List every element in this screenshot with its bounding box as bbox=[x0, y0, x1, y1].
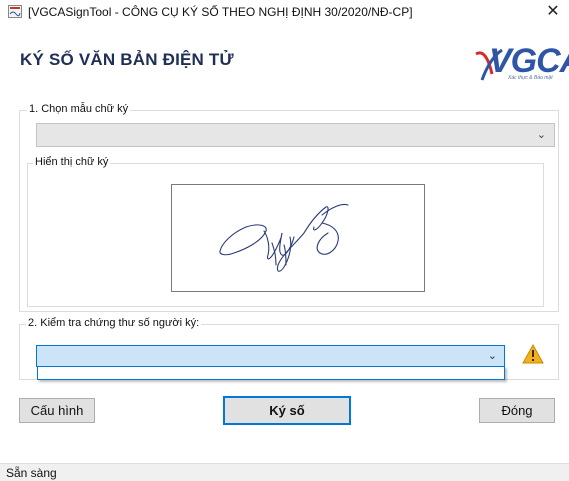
window-title: [VGCASignTool - CÔNG CỤ KÝ SỐ THEO NGHỊ … bbox=[28, 5, 413, 19]
title-bar: [VGCASignTool - CÔNG CỤ KÝ SỐ THEO NGHỊ … bbox=[0, 0, 569, 24]
app-icon bbox=[8, 5, 22, 18]
handwritten-signature bbox=[219, 203, 349, 272]
warning-icon[interactable] bbox=[522, 344, 544, 364]
page-title: KÝ SỐ VĂN BẢN ĐIỆN TỬ bbox=[20, 50, 234, 69]
signature-template-legend: 1. Chọn mẫu chữ ký bbox=[27, 103, 131, 115]
status-text: Sẵn sàng bbox=[6, 466, 57, 480]
sign-button[interactable]: Ký số bbox=[223, 396, 351, 425]
signature-template-select[interactable]: ⌄ bbox=[36, 123, 555, 147]
config-button[interactable]: Cấu hình bbox=[19, 398, 95, 423]
certificate-select[interactable]: ⌄ bbox=[36, 345, 505, 367]
certificate-dropdown-list[interactable] bbox=[37, 366, 505, 380]
logo-tagline: Xác thực & Bảo mật bbox=[508, 75, 553, 81]
chevron-down-icon: ⌄ bbox=[487, 350, 497, 362]
signature-preview-legend: Hiển thị chữ ký bbox=[33, 156, 111, 168]
chevron-down-icon: ⌄ bbox=[536, 129, 546, 141]
close-button[interactable]: Đóng bbox=[479, 398, 555, 423]
window-close-button[interactable]: ✕ bbox=[541, 0, 565, 24]
certificate-check-legend: 2. Kiểm tra chứng thư số người ký: bbox=[26, 317, 202, 329]
status-bar: Sẵn sàng bbox=[0, 463, 569, 481]
signature-preview-image bbox=[171, 184, 425, 292]
vgca-logo: VGCA Xác thực & Bảo mật bbox=[472, 44, 569, 84]
